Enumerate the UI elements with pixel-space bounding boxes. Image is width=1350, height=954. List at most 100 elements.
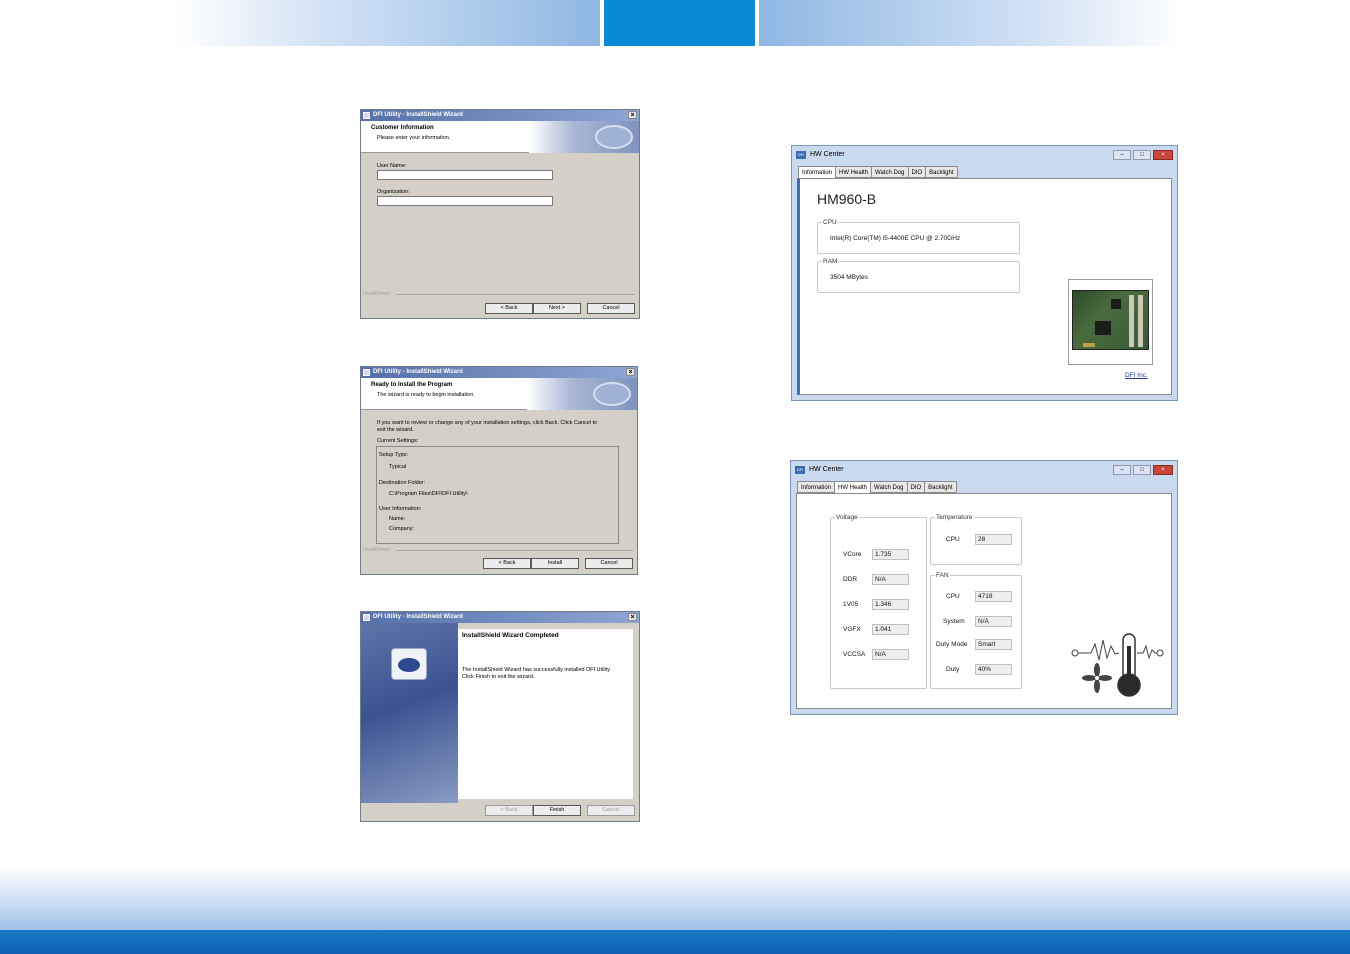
voltage-group: Voltage VCore 1.735 DDR N/A 1V05 1.346 V… xyxy=(830,514,927,689)
tab-backlight[interactable]: Backlight xyxy=(924,481,957,493)
close-icon[interactable]: × xyxy=(626,368,635,376)
finish-button[interactable]: Finish xyxy=(533,805,581,816)
fan-name-duty: Duty xyxy=(946,666,960,673)
current-settings-label: Current Settings: xyxy=(377,438,419,444)
maximize-icon[interactable]: □ xyxy=(1133,150,1151,160)
dest-folder-value: C:\Program Files\DFI\DFI Utility\ xyxy=(389,491,468,497)
fan-value-system: N/A xyxy=(975,616,1012,627)
cpu-group: CPU Intel(R) Core(TM) i5-4400E CPU @ 2.7… xyxy=(817,219,1020,254)
organization-input[interactable] xyxy=(377,196,553,206)
voltage-value-vccsa: N/A xyxy=(872,649,909,660)
company-label: Company: xyxy=(389,526,415,532)
manual-page: DFI Utility - InstallShield Wizard × Cus… xyxy=(0,0,1350,954)
tab-information[interactable]: Information xyxy=(797,481,836,493)
fan-value-duty-mode: Smart xyxy=(975,639,1012,650)
dialog-body: User Name: Organization: xyxy=(361,153,639,212)
dialog-titlebar: DFI Utility - InstallShield Wizard × xyxy=(361,110,639,121)
dialog-titlebar: DFI Utility - InstallShield Wizard × xyxy=(361,367,637,378)
close-icon[interactable]: × xyxy=(1153,465,1173,475)
voltage-value-1v05: 1.346 xyxy=(872,599,909,610)
app-icon: DFI xyxy=(796,151,806,159)
back-button[interactable]: < Back xyxy=(483,558,531,569)
dialog-header: Customer Information Please enter your i… xyxy=(361,121,639,153)
setup-type-label: Setup Type: xyxy=(379,452,409,458)
tab-watch-dog[interactable]: Watch Dog xyxy=(870,481,908,493)
board-pcb-image xyxy=(1072,290,1149,350)
hw-center-health-window: DFI HW Center – □ × Information HW Healt… xyxy=(790,460,1178,715)
footer-gradient xyxy=(0,866,1350,930)
install-button[interactable]: Install xyxy=(531,558,579,569)
installer-icon xyxy=(363,614,370,621)
fan-group: FAN CPU 4718 System N/A Duty Mode Smart … xyxy=(930,572,1022,689)
voltage-name-vgfx: VGFX xyxy=(843,626,861,633)
temperature-group: Temperature CPU 28 xyxy=(930,514,1022,565)
completion-line-1: The InstallShield Wizard has successfull… xyxy=(462,667,612,673)
installshield-banner xyxy=(527,378,637,410)
temperature-group-label: Temperature xyxy=(935,514,974,521)
tab-watch-dog[interactable]: Watch Dog xyxy=(871,166,909,178)
completion-panel: InstallShield Wizard Completed The Insta… xyxy=(458,629,633,799)
temperature-value-cpu: 28 xyxy=(975,534,1012,545)
maximize-icon[interactable]: □ xyxy=(1133,465,1151,475)
installshield-logo-icon xyxy=(391,648,427,680)
installer-icon xyxy=(363,369,370,376)
hw-health-panel: Voltage VCore 1.735 DDR N/A 1V05 1.346 V… xyxy=(796,493,1172,709)
voltage-value-ddr: N/A xyxy=(872,574,909,585)
voltage-value-vgfx: 1.041 xyxy=(872,624,909,635)
user-name-input[interactable] xyxy=(377,170,553,180)
ready-to-install-dialog: DFI Utility - InstallShield Wizard × Rea… xyxy=(360,366,638,575)
completion-line-2: Click Finish to exit the wizard. xyxy=(462,674,535,680)
info-line-2: exit the wizard. xyxy=(377,427,414,433)
voltage-name-ddr: DDR xyxy=(843,576,858,583)
organization-label: Organization: xyxy=(377,189,410,195)
temperature-name-cpu: CPU xyxy=(946,536,960,543)
dialog-titlebar: DFI Utility - InstallShield Wizard × xyxy=(361,612,639,623)
fan-name-duty-mode: Duty Mode xyxy=(936,641,968,648)
tab-dio[interactable]: DIO xyxy=(906,481,926,493)
close-icon[interactable]: × xyxy=(1153,150,1173,160)
voltage-name-vcore: VCore xyxy=(843,551,862,558)
window-title: HW Center xyxy=(810,151,845,158)
minimize-icon[interactable]: – xyxy=(1113,150,1131,160)
tab-hw-health[interactable]: HW Health xyxy=(835,166,873,178)
info-line-1: If you want to review or change any of y… xyxy=(377,420,598,426)
window-controls: – □ × xyxy=(1113,465,1173,475)
footer-bar xyxy=(0,930,1350,954)
voltage-value-vcore: 1.735 xyxy=(872,549,909,560)
user-info-label: User Information: xyxy=(379,506,422,512)
name-label: Name: xyxy=(389,516,406,522)
customer-info-dialog: DFI Utility - InstallShield Wizard × Cus… xyxy=(360,109,640,319)
installshield-banner xyxy=(529,121,639,153)
close-icon[interactable]: × xyxy=(628,613,637,621)
next-button[interactable]: Next > xyxy=(533,303,581,314)
cancel-button[interactable]: Cancel xyxy=(585,558,633,569)
voltage-group-label: Voltage xyxy=(835,514,859,521)
back-button[interactable]: < Back xyxy=(485,805,533,816)
cpu-value: Intel(R) Core(TM) i5-4400E CPU @ 2.70GHz xyxy=(830,235,961,242)
hw-center-information-window: DFI HW Center – □ × Information HW Healt… xyxy=(791,145,1178,401)
cancel-button[interactable]: Cancel xyxy=(587,303,635,314)
close-icon[interactable]: × xyxy=(628,111,637,119)
dialog-header: Ready to Install the Program The wizard … xyxy=(361,378,637,410)
board-image xyxy=(1068,279,1153,365)
wizard-side-banner xyxy=(361,623,458,803)
tab-backlight[interactable]: Backlight xyxy=(925,166,958,178)
back-button[interactable]: < Back xyxy=(485,303,533,314)
voltage-name-vccsa: VCCSA xyxy=(843,651,866,658)
user-name-label: User Name: xyxy=(377,163,407,169)
information-panel: HM960-B CPU Intel(R) Core(TM) i5-4400E C… xyxy=(797,178,1172,395)
fan-name-system: System xyxy=(943,618,965,625)
dialog-title: DFI Utility - InstallShield Wizard xyxy=(373,112,463,118)
header-tab-block xyxy=(604,0,755,46)
window-titlebar: DFI HW Center – □ × xyxy=(792,146,1177,164)
header-gradient-left xyxy=(175,0,600,46)
installshield-brand: InstallShield xyxy=(363,547,390,553)
wizard-completed-dialog: DFI Utility - InstallShield Wizard × Ins… xyxy=(360,611,640,822)
dfi-link[interactable]: DFI Inc. xyxy=(1125,372,1148,379)
minimize-icon[interactable]: – xyxy=(1113,465,1131,475)
ram-group-label: RAM xyxy=(822,258,839,265)
tab-dio[interactable]: DIO xyxy=(907,166,927,178)
voltage-name-1v05: 1V05 xyxy=(843,601,859,608)
cancel-button[interactable]: Cancel xyxy=(587,805,635,816)
window-titlebar: DFI HW Center – □ × xyxy=(791,461,1177,479)
